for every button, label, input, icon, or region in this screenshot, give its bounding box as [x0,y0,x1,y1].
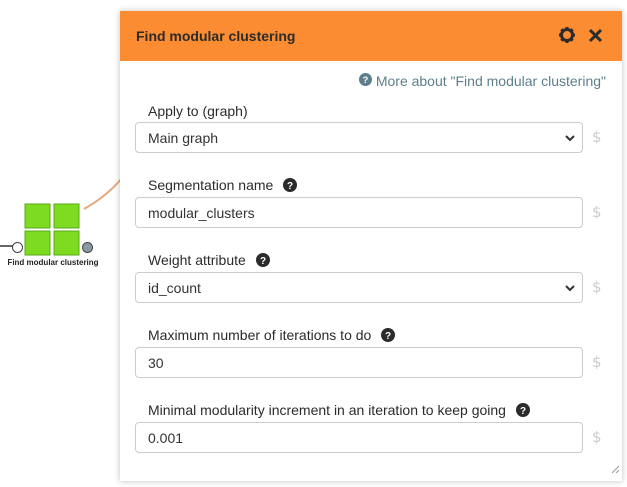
min-modularity-increment-input[interactable]: 0.001 [135,422,583,453]
svg-text:?: ? [362,75,368,85]
popup-header[interactable]: Find modular clustering [120,11,622,61]
max-iterations-input[interactable]: 30 [135,347,583,378]
input-port[interactable] [12,242,23,253]
question-circle-icon[interactable]: ? [255,253,270,267]
svg-text:?: ? [385,331,391,342]
parametric-toggle[interactable]: $ [592,278,602,296]
help-link-text: More about "Find modular clustering" [375,73,606,89]
chevron-down-icon [564,281,576,298]
question-circle-icon[interactable]: ? [381,328,396,342]
question-circle-icon: ? [358,73,372,89]
svg-text:?: ? [520,406,526,417]
parametric-toggle[interactable]: $ [592,353,602,371]
question-circle-icon[interactable]: ? [515,403,530,417]
popup-title: Find modular clustering [136,28,296,44]
weight-attribute-select[interactable]: id_count [135,272,583,303]
node-label: Find modular clustering [7,258,99,267]
question-circle-icon[interactable]: ? [283,178,298,192]
gear-icon[interactable] [558,25,576,45]
svg-text:?: ? [260,256,266,267]
close-icon[interactable] [587,25,605,45]
parametric-toggle[interactable]: $ [592,203,602,221]
parametric-toggle[interactable]: $ [592,128,602,146]
segmentation-name-input[interactable]: modular_clusters [135,197,583,228]
output-port[interactable] [82,242,93,253]
apply-to-select[interactable]: Main graph [135,122,583,153]
field-label-min-modularity-increment: Minimal modularity increment in an itera… [148,402,530,418]
field-label-apply-to: Apply to (graph) [148,103,248,119]
field-label-segmentation-name: Segmentation name ? [148,177,298,193]
field-label-max-iterations: Maximum number of iterations to do ? [148,327,396,343]
parametric-toggle[interactable]: $ [592,428,602,446]
resize-handle-icon[interactable] [611,461,620,479]
box-node-icon[interactable] [24,203,81,256]
svg-text:?: ? [287,181,293,192]
help-link[interactable]: ? More about "Find modular clustering" [358,73,606,89]
field-label-weight-attribute: Weight attribute ? [148,252,270,268]
operation-popup: Find modular clustering ? More about "Fi… [120,11,622,481]
chevron-down-icon [564,131,576,148]
